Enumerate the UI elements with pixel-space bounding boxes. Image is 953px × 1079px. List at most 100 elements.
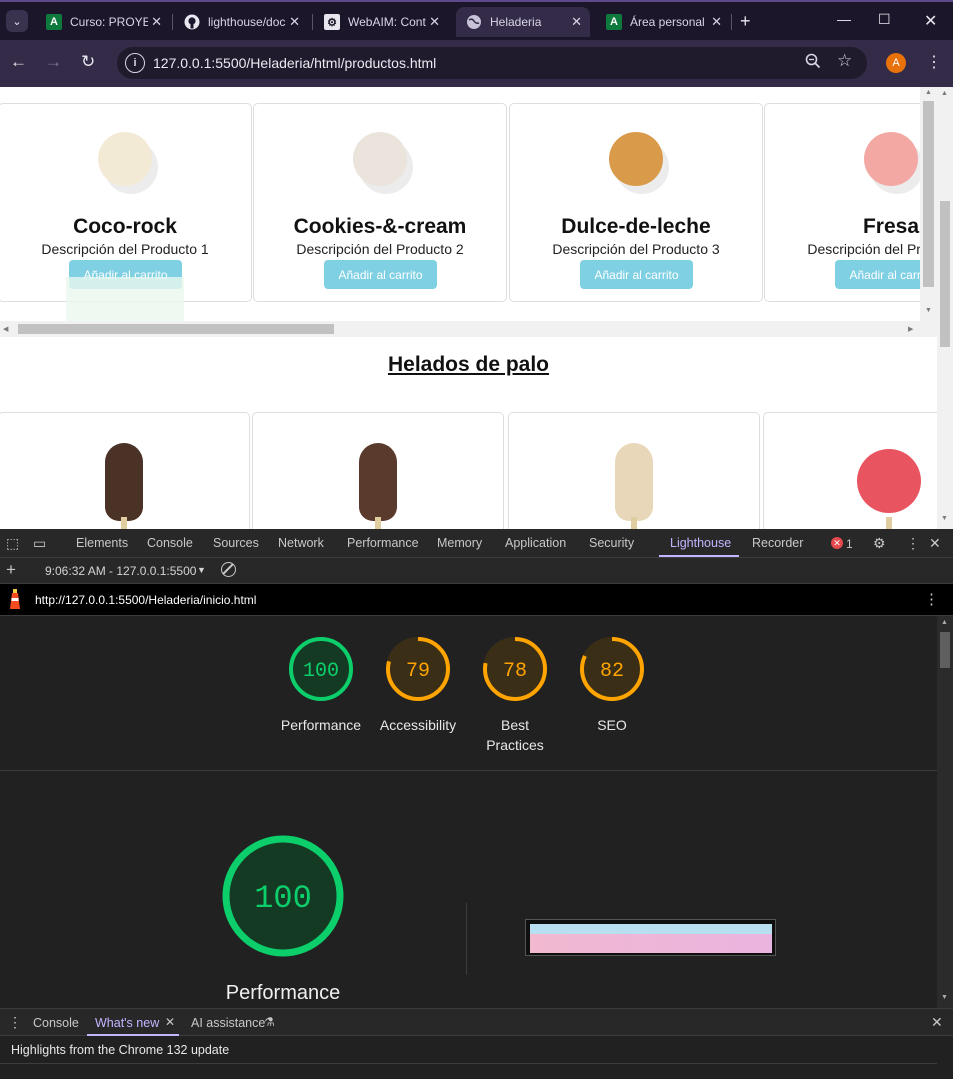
close-icon[interactable]: ✕ bbox=[289, 14, 300, 30]
profile-avatar[interactable]: A bbox=[886, 53, 906, 73]
score-gauge-seo[interactable]: 82 SEO bbox=[562, 636, 662, 735]
tab-separator bbox=[312, 14, 313, 30]
report-menu-icon[interactable]: ⋮ bbox=[924, 590, 939, 608]
drawer-tab-console[interactable]: Console bbox=[33, 1016, 79, 1030]
tab-heladeria[interactable]: Heladeria ✕ bbox=[456, 7, 590, 37]
page-screenshot-thumbnail[interactable] bbox=[525, 919, 776, 956]
settings-gear-icon[interactable]: ⚙ bbox=[873, 535, 886, 552]
panel-memory[interactable]: Memory bbox=[437, 536, 482, 550]
zoom-icon[interactable] bbox=[805, 53, 821, 75]
score-gauge-best-practices[interactable]: 78 Best Practices bbox=[465, 636, 565, 755]
product-card: Dulce-de-leche Descripción del Producto … bbox=[509, 103, 763, 302]
section-title: Helados de palo bbox=[387, 353, 550, 376]
reload-button[interactable]: ↻ bbox=[81, 52, 95, 72]
drawer-tab-ai-assistance[interactable]: AI assistance bbox=[191, 1016, 265, 1030]
lighthouse-report: 100 Performance 79 Accessibility 78 Best… bbox=[0, 616, 937, 1008]
add-to-cart-button[interactable]: Añadir al carrito bbox=[835, 260, 920, 289]
add-to-cart-button[interactable]: Añadir al carrito bbox=[580, 260, 693, 289]
score-gauge-performance[interactable]: 100 Performance bbox=[271, 636, 371, 735]
divider bbox=[0, 1063, 937, 1064]
scroll-up-icon[interactable]: ▲ bbox=[925, 89, 932, 96]
error-icon[interactable]: ✕ bbox=[831, 537, 843, 549]
scrollbar-thumb[interactable] bbox=[940, 201, 950, 347]
new-tab-button[interactable]: + bbox=[740, 11, 751, 32]
product-card: Coco-rock Descripción del Producto 1 Aña… bbox=[0, 103, 252, 302]
tab-webaim[interactable]: ⚙ WebAIM: Contrast ✕ bbox=[314, 7, 448, 37]
product-name: Dulce-de-leche bbox=[561, 215, 711, 238]
back-button[interactable]: ← bbox=[10, 52, 27, 72]
tab-title: Área personal bbox=[630, 15, 705, 29]
tab-search-button[interactable]: ⌄ bbox=[6, 10, 28, 32]
github-icon bbox=[184, 14, 200, 30]
scrollbar-thumb[interactable] bbox=[18, 324, 334, 334]
scroll-up-icon[interactable]: ▲ bbox=[941, 619, 948, 626]
carousel-vertical-scrollbar[interactable]: ▲ ▼ bbox=[920, 87, 937, 321]
close-window-button[interactable]: ✕ bbox=[924, 11, 937, 31]
tab-separator bbox=[731, 14, 732, 30]
maximize-button[interactable]: ☐ bbox=[878, 11, 891, 28]
scroll-up-icon[interactable]: ▲ bbox=[941, 90, 948, 97]
panel-sources[interactable]: Sources bbox=[213, 536, 259, 550]
close-icon[interactable]: ✕ bbox=[151, 14, 162, 30]
report-selector[interactable]: 9:06:32 AM - 127.0.0.1:5500 bbox=[45, 564, 196, 578]
scroll-right-icon[interactable]: ▶ bbox=[908, 325, 913, 333]
clear-reports-icon[interactable] bbox=[221, 562, 236, 577]
product-image bbox=[609, 132, 663, 186]
scroll-left-icon[interactable]: ◀ bbox=[3, 325, 8, 333]
scroll-down-icon[interactable]: ▼ bbox=[941, 994, 948, 1001]
drawer-tab-whats-new[interactable]: What's new bbox=[95, 1016, 159, 1030]
close-icon[interactable]: ✕ bbox=[429, 14, 440, 30]
scrollbar-thumb[interactable] bbox=[923, 101, 934, 287]
dropdown-caret-icon[interactable]: ▼ bbox=[197, 565, 206, 575]
overlay-artifact bbox=[66, 277, 184, 321]
product-image bbox=[353, 132, 407, 186]
panel-network[interactable]: Network bbox=[278, 536, 324, 550]
address-bar[interactable]: i 127.0.0.1:5500/Heladeria/html/producto… bbox=[117, 47, 867, 79]
close-icon[interactable]: ✕ bbox=[571, 14, 582, 30]
panel-security[interactable]: Security bbox=[589, 536, 634, 550]
panel-lighthouse[interactable]: Lighthouse bbox=[670, 536, 731, 550]
panel-console[interactable]: Console bbox=[147, 536, 193, 550]
browser-menu-icon[interactable]: ⋮ bbox=[926, 52, 942, 72]
panel-performance[interactable]: Performance bbox=[347, 536, 419, 550]
site-info-icon[interactable]: i bbox=[125, 53, 145, 73]
close-icon[interactable]: ✕ bbox=[711, 14, 722, 30]
report-url[interactable]: http://127.0.0.1:5500/Heladeria/inicio.h… bbox=[35, 593, 256, 607]
error-count[interactable]: 1 bbox=[846, 537, 853, 551]
tab-curso[interactable]: A Curso: PROYECTO ✕ bbox=[36, 7, 170, 37]
new-report-icon[interactable]: + bbox=[6, 560, 16, 580]
close-devtools-icon[interactable]: ✕ bbox=[929, 535, 941, 552]
devtools-menu-icon[interactable]: ⋮ bbox=[906, 535, 920, 552]
scroll-down-icon[interactable]: ▼ bbox=[941, 515, 948, 522]
scroll-down-icon[interactable]: ▼ bbox=[925, 307, 932, 314]
panel-elements[interactable]: Elements bbox=[76, 536, 128, 550]
page-vertical-scrollbar[interactable]: ▲ ▼ bbox=[937, 87, 953, 529]
close-drawer-icon[interactable]: ✕ bbox=[931, 1014, 943, 1031]
add-to-cart-button[interactable]: Añadir al carrito bbox=[324, 260, 437, 289]
product-card: Cookies-&-cream Descripción del Producto… bbox=[253, 103, 507, 302]
gauge-ring: 79 bbox=[386, 637, 450, 701]
carousel-horizontal-scrollbar[interactable]: ◀ ▶ bbox=[0, 321, 920, 337]
popsicle-stick bbox=[631, 517, 637, 529]
close-icon[interactable]: ✕ bbox=[165, 1015, 175, 1029]
bookmark-star-icon[interactable]: ☆ bbox=[837, 51, 852, 71]
panel-recorder[interactable]: Recorder bbox=[752, 536, 803, 550]
forward-button[interactable]: → bbox=[45, 52, 62, 72]
product-description: Descripción del Producto 3 bbox=[552, 241, 720, 257]
url-text[interactable]: 127.0.0.1:5500/Heladeria/html/productos.… bbox=[153, 55, 436, 71]
gauge-ring: 82 bbox=[580, 637, 644, 701]
panel-application[interactable]: Application bbox=[505, 536, 566, 550]
minimize-button[interactable]: — bbox=[837, 11, 851, 27]
gauge-ring: 100 bbox=[222, 835, 344, 957]
inspect-element-icon[interactable]: ⬚ bbox=[6, 535, 19, 552]
product-image bbox=[857, 449, 921, 513]
scrollbar-thumb[interactable] bbox=[940, 632, 950, 668]
drawer-menu-icon[interactable]: ⋮ bbox=[8, 1014, 22, 1031]
tab-lighthouse-docs[interactable]: lighthouse/docs ✕ bbox=[174, 7, 308, 37]
tab-area-personal[interactable]: A Área personal ✕ bbox=[596, 7, 730, 37]
score-gauge-accessibility[interactable]: 79 Accessibility bbox=[368, 636, 468, 735]
report-vertical-scrollbar[interactable]: ▲ ▼ bbox=[937, 616, 953, 1008]
popsicle-stick bbox=[121, 517, 127, 529]
score-value: 79 bbox=[406, 660, 430, 683]
device-toolbar-icon[interactable]: ▭ bbox=[33, 535, 46, 552]
